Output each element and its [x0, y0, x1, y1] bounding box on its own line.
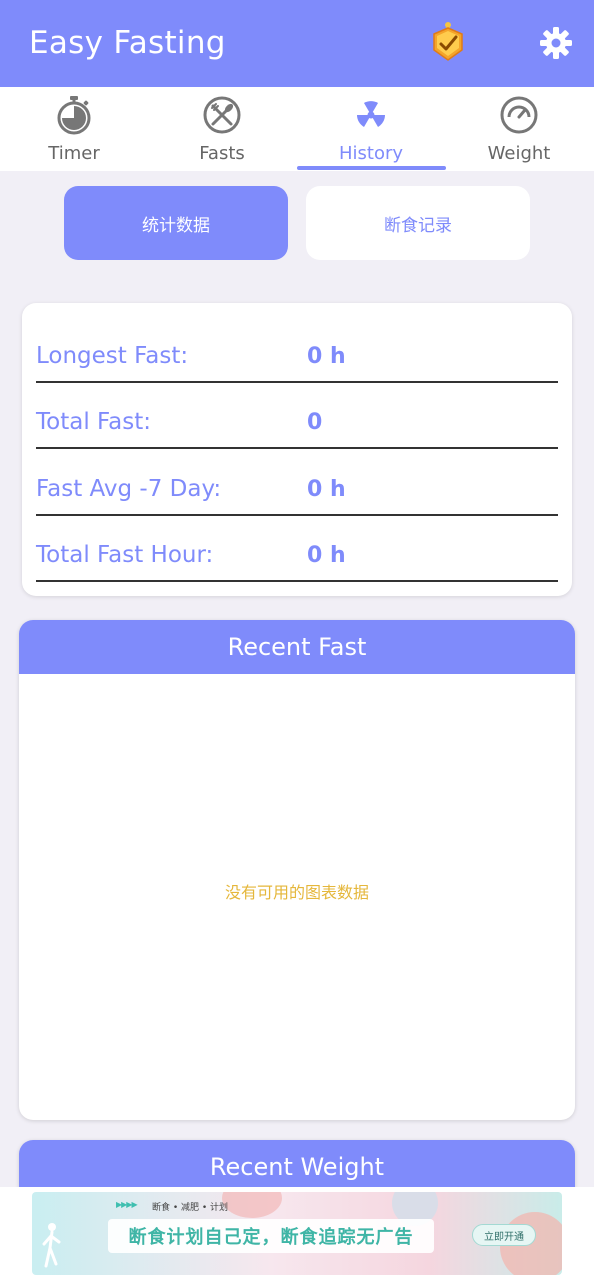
stat-row-fast-avg-7-day: Fast Avg -7 Day: 0 h — [36, 450, 558, 516]
tab-fasts-label: Fasts — [199, 143, 245, 164]
stat-value: 0 h — [307, 344, 346, 369]
stat-label: Total Fast Hour: — [36, 542, 214, 568]
records-segment-button[interactable]: 断食记录 — [306, 186, 530, 260]
tab-fasts[interactable]: Fasts — [148, 87, 296, 171]
stat-value: 0 h — [307, 543, 346, 568]
tab-history[interactable]: History — [297, 87, 445, 171]
stopwatch-icon — [57, 96, 91, 135]
stat-label: Total Fast: — [36, 409, 151, 435]
ad-banner[interactable]: ▶▶▶▶ 断食 • 减肥 • 计划 断食计划自己定，断食追踪无广告 立即开通 — [0, 1187, 594, 1280]
active-tab-indicator — [297, 166, 446, 170]
stats-card: Longest Fast: 0 h Total Fast: 0 Fast Avg… — [22, 303, 572, 596]
stat-value: 0 h — [307, 477, 346, 502]
stat-label: Longest Fast: — [36, 343, 189, 369]
recent-fast-title: Recent Fast — [19, 620, 575, 674]
gear-icon[interactable] — [539, 26, 573, 60]
chart-empty-message: 没有可用的图表数据 — [224, 883, 369, 902]
runner-figure-icon — [42, 1223, 61, 1268]
tab-weight-label: Weight — [487, 143, 551, 164]
tab-history-label: History — [338, 143, 404, 164]
fork-knife-icon — [203, 96, 241, 134]
ad-banner-image[interactable]: ▶▶▶▶ 断食 • 减肥 • 计划 断食计划自己定，断食追踪无广告 立即开通 — [32, 1192, 562, 1275]
play-arrows-icon: ▶▶▶▶ — [116, 1200, 138, 1209]
ad-headline: 断食计划自己定，断食追踪无广告 — [108, 1219, 434, 1253]
stats-segment-button[interactable]: 统计数据 — [64, 186, 288, 260]
stat-row-total-fast: Total Fast: 0 — [36, 383, 558, 449]
app-title: Easy Fasting — [29, 25, 226, 61]
ad-tagline: 断食 • 减肥 • 计划 — [152, 1203, 229, 1213]
app-bar: Easy Fasting — [0, 0, 594, 87]
tab-timer[interactable]: Timer — [0, 87, 148, 171]
radiation-icon — [357, 101, 385, 127]
ad-cta-button[interactable]: 立即开通 — [472, 1224, 536, 1246]
scale-gauge-icon — [500, 96, 538, 134]
recent-weight-title: Recent Weight — [19, 1140, 575, 1194]
stat-value: 0 — [307, 410, 323, 435]
tab-timer-label: Timer — [48, 143, 100, 164]
tab-bar: Timer Fasts History Weight — [0, 87, 594, 171]
stat-row-total-fast-hour: Total Fast Hour: 0 h — [36, 516, 558, 582]
premium-badge-icon[interactable] — [428, 20, 468, 64]
stat-row-longest-fast: Longest Fast: 0 h — [36, 317, 558, 383]
tab-weight[interactable]: Weight — [445, 87, 593, 171]
recent-fast-panel: Recent Fast 没有可用的图表数据 — [19, 620, 575, 1120]
stat-label: Fast Avg -7 Day: — [36, 476, 222, 502]
